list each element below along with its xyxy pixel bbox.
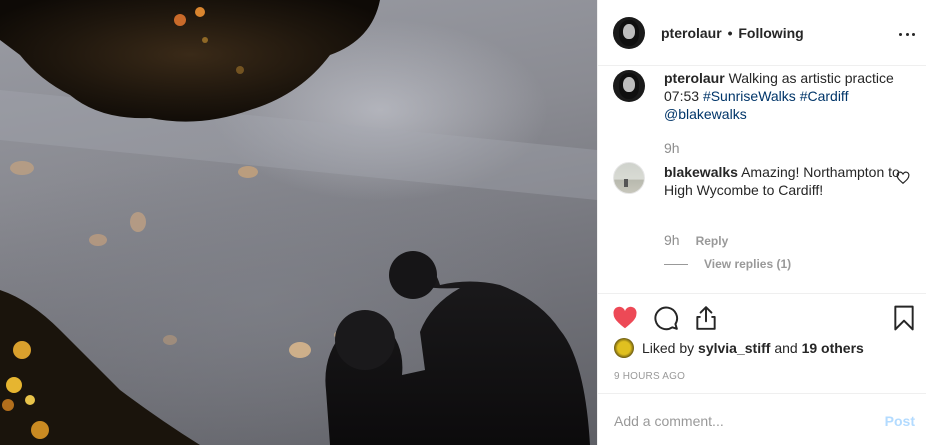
post-side-panel: pterolaur • Following pterolaur Walking … — [597, 0, 926, 445]
more-horizontal-icon[interactable] — [899, 26, 915, 42]
view-replies-button[interactable]: View replies (1) — [664, 257, 791, 271]
likes-conj: and — [774, 340, 798, 356]
like-button[interactable] — [612, 305, 638, 331]
author-username[interactable]: pterolaur — [661, 25, 722, 41]
post-photo[interactable] — [0, 0, 597, 445]
save-button[interactable] — [891, 305, 917, 331]
comment-time[interactable]: 9h — [664, 232, 680, 248]
liker-avatar[interactable] — [614, 338, 634, 358]
post-timestamp[interactable]: 9 HOURS AGO — [614, 371, 685, 382]
commenter-avatar[interactable] — [613, 162, 645, 194]
comment-bubble-icon — [654, 306, 679, 331]
add-comment-bar: Post — [598, 393, 926, 445]
author-line: pterolaur • Following — [661, 25, 804, 41]
caption-avatar[interactable] — [613, 70, 645, 102]
comment-meta: 9h Reply — [664, 232, 728, 248]
share-icon — [696, 306, 716, 330]
action-bar — [598, 293, 926, 341]
avatar-face — [623, 24, 635, 39]
comment-username[interactable]: blakewalks — [664, 164, 738, 180]
share-button[interactable] — [693, 305, 719, 331]
replies-divider-line — [664, 263, 688, 265]
likes-summary: Liked by sylvia_stiff and 19 others — [614, 338, 864, 358]
add-comment-input[interactable] — [614, 410, 864, 432]
hashtag-sunrisewalks[interactable]: #SunriseWalks — [703, 88, 796, 104]
liker-username[interactable]: sylvia_stiff — [698, 340, 770, 356]
caption-text: pterolaur Walking as artistic practice 0… — [664, 69, 904, 123]
avatar-face — [623, 77, 635, 92]
comments-section: pterolaur Walking as artistic practice 0… — [598, 67, 926, 293]
heart-filled-icon — [613, 306, 637, 329]
others-likes-link[interactable]: 19 others — [802, 340, 864, 356]
mention-blakewalks[interactable]: @blakewalks — [664, 106, 747, 122]
post-header: pterolaur • Following — [598, 0, 926, 66]
comment-button[interactable] — [653, 305, 679, 331]
caption-time[interactable]: 9h — [664, 140, 680, 156]
comment-like-heart-icon[interactable] — [896, 171, 910, 185]
following-button[interactable]: Following — [738, 25, 803, 41]
likes-prefix: Liked by — [642, 340, 695, 356]
comment-text: blakewalks Amazing! Northampton to High … — [664, 163, 904, 199]
caption-username[interactable]: pterolaur — [664, 70, 725, 86]
post-comment-button[interactable]: Post — [885, 413, 915, 429]
view-replies-label: View replies (1) — [704, 257, 792, 271]
bookmark-icon — [894, 305, 914, 331]
hashtag-cardiff[interactable]: #Cardiff — [800, 88, 849, 104]
author-avatar[interactable] — [613, 17, 645, 49]
reply-button[interactable]: Reply — [696, 234, 729, 248]
photo-reflection-art — [0, 0, 597, 445]
separator-dot: • — [727, 25, 733, 41]
